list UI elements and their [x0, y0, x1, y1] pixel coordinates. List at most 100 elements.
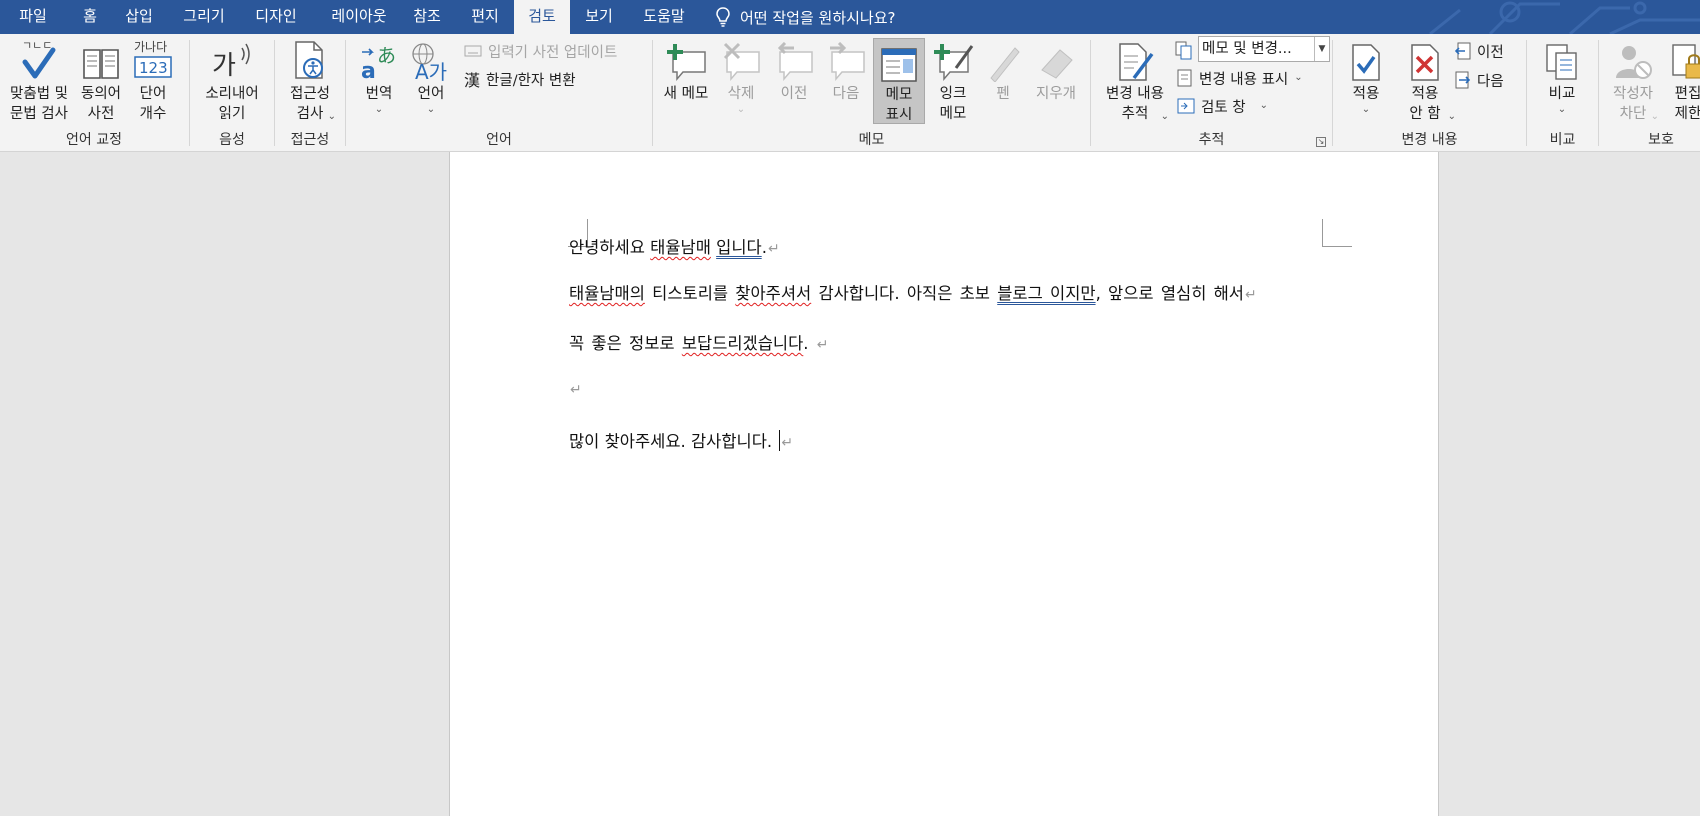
restrict-editing-button[interactable]: 편집 제한: [1663, 38, 1700, 124]
group-proofing: ㄱㄴㄷ 맞춤법 및 문법 검사 동의어 사전 가나다 123 단어 개수 언어 …: [0, 34, 188, 151]
language-globe-icon: A가: [412, 43, 447, 82]
text-run: , 앞으로 열심히 해서: [1095, 284, 1244, 303]
tab-view[interactable]: 보기: [578, 0, 620, 34]
empty-paragraph[interactable]: ↵: [569, 379, 582, 398]
group-language-label: 언어: [486, 132, 512, 148]
paragraph-mark: ↵: [781, 435, 794, 451]
text-run: 티스토리를: [644, 284, 736, 303]
accept-change-button[interactable]: 적용 ⌄: [1343, 38, 1389, 116]
spelling-grammar-label: 맞춤법 및 문법 검사: [10, 86, 68, 122]
eraser-button[interactable]: 지우개: [1027, 38, 1085, 104]
block-authors-icon: [1616, 46, 1652, 79]
document-paragraph[interactable]: 꼭 좋은 정보로 보답드리겠습니다. ↵: [569, 330, 829, 354]
new-comment-button[interactable]: 새 메모: [659, 38, 713, 104]
display-for-review-value: 메모 및 변경...: [1202, 41, 1292, 57]
dropdown-arrow-icon[interactable]: ▼: [1314, 37, 1329, 61]
document-paragraph[interactable]: 태율남매의 티스토리를 찾아주셔서 감사합니다. 아직은 초보 블로그 이지만,…: [569, 280, 1257, 304]
word-count-icon: 가나다 123: [134, 40, 172, 78]
review-pane-icon: [1177, 98, 1195, 114]
document-page[interactable]: 안녕하세요 태율남매 입니다.↵ 태율남매의 티스토리를 찾아주셔서 감사합니다…: [449, 152, 1439, 816]
previous-comment-button[interactable]: 이전: [769, 38, 819, 104]
delete-comment-button[interactable]: 삭제 ⌄: [715, 38, 767, 116]
paragraph-mark: ↵: [570, 382, 582, 398]
tab-layout[interactable]: 레이아웃: [318, 0, 400, 34]
tab-insert[interactable]: 삽입: [118, 0, 160, 34]
language-label: 언어: [417, 86, 445, 102]
grammar-flagged-text[interactable]: 입니다: [716, 238, 762, 257]
show-markup-label: 변경 내용 표시: [1199, 71, 1289, 88]
ime-dictionary-update-button[interactable]: 입력기 사전 업데이트: [464, 39, 617, 63]
group-protect-label: 보호: [1648, 132, 1674, 148]
group-comments: 새 메모 삭제 ⌄ 이전 다음 메모 표시 잉크 메모 펜 지우개 메모: [653, 34, 1090, 151]
chevron-down-icon: ⌄: [426, 104, 436, 115]
hangul-hanja-convert-button[interactable]: 漢 한글/한자 변환: [464, 67, 576, 91]
ink-comment-label: 잉크 메모: [939, 86, 967, 122]
line-break-mark: ↵: [1244, 287, 1257, 303]
pen-button[interactable]: 펜: [981, 38, 1025, 104]
thesaurus-button[interactable]: 동의어 사전: [76, 38, 126, 124]
review-ribbon: ㄱㄴㄷ 맞춤법 및 문법 검사 동의어 사전 가나다 123 단어 개수 언어 …: [0, 34, 1700, 152]
keyboard-icon: [464, 45, 482, 57]
group-changes: 적용 ⌄ 적용 안 함 ⌄ 이전 다음 변경 내용: [1333, 34, 1526, 151]
grammar-flagged-text[interactable]: 블로그 이지만: [997, 284, 1095, 303]
tab-home[interactable]: 홈: [72, 0, 108, 34]
tab-file[interactable]: 파일: [4, 0, 62, 34]
read-aloud-button[interactable]: 가 소리내어 읽기: [198, 38, 266, 124]
eraser-icon: [1041, 49, 1073, 79]
language-button[interactable]: A가 언어 ⌄: [406, 38, 456, 116]
show-comments-button[interactable]: 메모 표시: [873, 38, 925, 124]
display-for-review-dropdown[interactable]: 메모 및 변경... ▼: [1198, 36, 1330, 62]
translate-label: 번역: [365, 86, 393, 102]
group-comments-label: 메모: [858, 132, 885, 148]
new-comment-label: 새 메모: [663, 86, 709, 102]
chevron-down-icon: ⌄: [1447, 111, 1456, 122]
paragraph-mark: ↵: [767, 241, 780, 257]
tab-references[interactable]: 참조: [406, 0, 448, 34]
misspelled-word[interactable]: 태율남매: [650, 238, 711, 257]
previous-change-button[interactable]: 이전: [1455, 39, 1504, 63]
compare-documents-icon: [1546, 44, 1577, 80]
display-for-review-icon: [1175, 41, 1192, 60]
text-run: 꼭 좋은 정보로: [569, 334, 682, 353]
group-proofing-label: 언어 교정: [66, 132, 122, 148]
tab-design[interactable]: 디자인: [244, 0, 308, 34]
text-run: .: [761, 238, 767, 257]
misspelled-word[interactable]: 찾아주셔서: [735, 284, 811, 303]
show-markup-icon: [1177, 69, 1192, 87]
spelling-grammar-button[interactable]: ㄱㄴㄷ 맞춤법 및 문법 검사: [6, 38, 72, 124]
document-paragraph[interactable]: 안녕하세요 태율남매 입니다.↵: [569, 234, 780, 258]
tab-review[interactable]: 검토: [514, 0, 570, 34]
tell-me-search[interactable]: 어떤 작업을 원하시나요?: [716, 0, 896, 34]
compare-label: 비교: [1548, 86, 1576, 102]
tab-draw[interactable]: 그리기: [172, 0, 236, 34]
svg-text:a: a: [361, 59, 376, 82]
next-comment-button[interactable]: 다음: [821, 38, 871, 104]
pen-label: 펜: [996, 86, 1010, 102]
svg-text:123: 123: [139, 59, 168, 77]
word-count-button[interactable]: 가나다 123 단어 개수: [128, 38, 178, 124]
chevron-down-icon: ⌄: [736, 104, 746, 115]
translate-button[interactable]: a あ 번역 ⌄: [354, 38, 404, 116]
next-change-button[interactable]: 다음: [1455, 68, 1504, 92]
track-changes-button[interactable]: 변경 내용 추적 ⌄: [1101, 38, 1169, 124]
show-markup-button[interactable]: 변경 내용 표시 ⌄: [1177, 66, 1303, 90]
accessibility-check-button[interactable]: 접근성 검사 ⌄: [281, 38, 339, 124]
tab-mailings[interactable]: 편지: [464, 0, 506, 34]
spelling-check-icon: ㄱㄴㄷ: [22, 39, 56, 79]
document-paragraph[interactable]: 많이 찾아주세요. 감사합니다. ↵: [569, 428, 793, 452]
tab-help[interactable]: 도움말: [636, 0, 692, 34]
misspelled-word[interactable]: 태율남매의: [569, 284, 645, 303]
review-pane-button[interactable]: 검토 창 ⌄: [1177, 94, 1268, 118]
lightbulb-icon: [716, 7, 730, 27]
group-tracking-label: 추적: [1198, 132, 1225, 148]
book-icon: [83, 49, 119, 79]
compare-button[interactable]: 비교 ⌄: [1537, 38, 1587, 116]
read-aloud-icon: 가: [212, 43, 250, 81]
misspelled-word[interactable]: 보답드리겠습니다: [682, 334, 803, 353]
block-authors-button[interactable]: 작성자 차단 ⌄: [1605, 38, 1661, 124]
reject-change-button[interactable]: 적용 안 함 ⌄: [1393, 38, 1457, 124]
chevron-down-icon: ⌄: [1259, 100, 1269, 111]
accept-change-label: 적용: [1352, 86, 1380, 102]
ime-dictionary-update-label: 입력기 사전 업데이트: [488, 44, 618, 61]
ink-comment-button[interactable]: 잉크 메모: [927, 38, 979, 124]
